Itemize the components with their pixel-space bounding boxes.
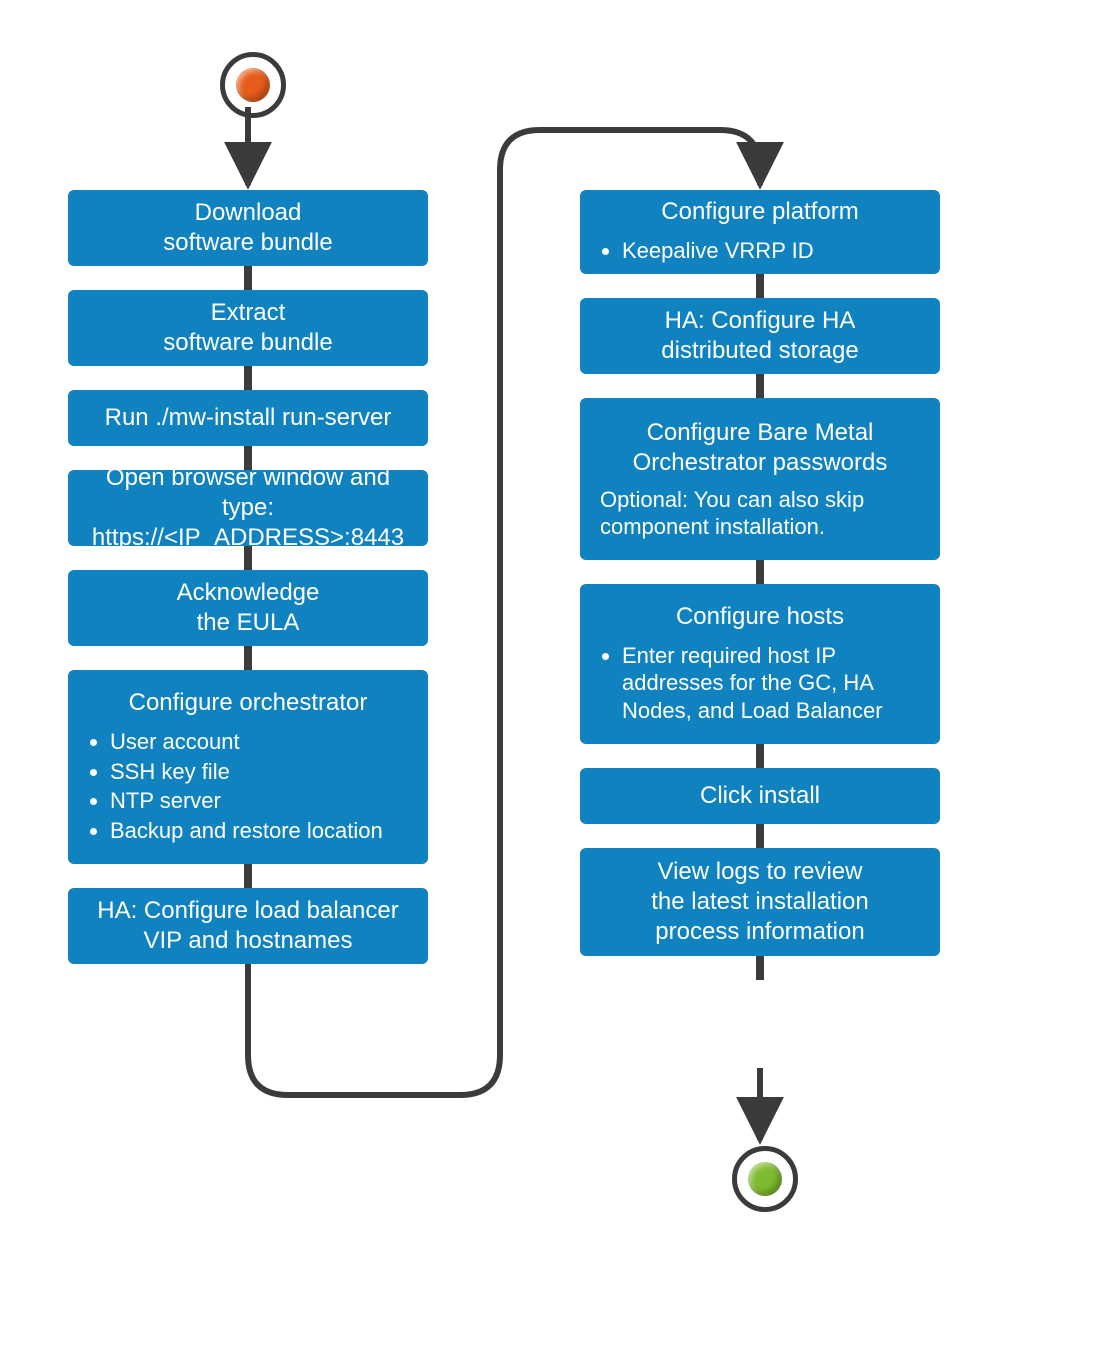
- step-title-line: View logs to review: [651, 857, 868, 887]
- step-title-line: Acknowledge: [177, 578, 320, 608]
- step-download: Download software bundle: [68, 190, 428, 266]
- bullet-item: Backup and restore location: [110, 817, 414, 845]
- step-configure-orchestrator: Configure orchestrator User account SSH …: [68, 670, 428, 864]
- bullet-item: Keepalive VRRP ID: [622, 237, 926, 265]
- step-run-install: Run ./mw-install run-server: [68, 390, 428, 446]
- step-title-line: VIP and hostnames: [97, 926, 399, 956]
- step-view-logs: View logs to review the latest installat…: [580, 848, 940, 956]
- step-configure-load-balancer: HA: Configure load balancer VIP and host…: [68, 888, 428, 964]
- step-title-line: Run ./mw-install run-server: [105, 403, 392, 433]
- step-title-line: HA: Configure HA: [661, 306, 858, 336]
- step-title-line: software bundle: [163, 228, 332, 258]
- step-title-line: https://<IP_ADDRESS>:8443: [82, 523, 414, 553]
- step-extract: Extract software bundle: [68, 290, 428, 366]
- bullet-item: User account: [110, 728, 414, 756]
- bullet-item: NTP server: [110, 787, 414, 815]
- step-title-line: process information: [651, 917, 868, 947]
- step-ack-eula: Acknowledge the EULA: [68, 570, 428, 646]
- step-title-line: Extract: [163, 298, 332, 328]
- flowchart: Download software bundle Extract softwar…: [0, 0, 1098, 1350]
- step-title-line: Orchestrator passwords: [633, 448, 888, 478]
- end-marker: [732, 1146, 798, 1212]
- bullet-item: SSH key file: [110, 758, 414, 786]
- step-open-browser: Open browser window and type: https://<I…: [68, 470, 428, 546]
- bullet-item: Enter required host IP addresses for the…: [622, 642, 926, 725]
- step-title-line: the EULA: [177, 608, 320, 638]
- step-title-line: HA: Configure load balancer: [97, 896, 399, 926]
- step-title-line: software bundle: [163, 328, 332, 358]
- step-title-line: Open browser window and type:: [82, 463, 414, 523]
- step-title-line: Click install: [700, 781, 820, 811]
- step-click-install: Click install: [580, 768, 940, 824]
- step-title-line: Configure hosts: [676, 602, 844, 632]
- step-subtext: Optional: You can also skip component in…: [594, 486, 926, 541]
- step-configure-bmo-passwords: Configure Bare Metal Orchestrator passwo…: [580, 398, 940, 560]
- step-title-line: Configure orchestrator: [129, 688, 368, 718]
- step-title-line: Configure platform: [661, 197, 858, 227]
- step-title-line: the latest installation: [651, 887, 868, 917]
- step-title-line: Configure Bare Metal: [633, 418, 888, 448]
- step-title-line: distributed storage: [661, 336, 858, 366]
- step-title-line: Download: [163, 198, 332, 228]
- step-configure-ha-storage: HA: Configure HA distributed storage: [580, 298, 940, 374]
- start-marker: [220, 52, 286, 118]
- step-configure-hosts: Configure hosts Enter required host IP a…: [580, 584, 940, 744]
- step-configure-platform: Configure platform Keepalive VRRP ID: [580, 190, 940, 274]
